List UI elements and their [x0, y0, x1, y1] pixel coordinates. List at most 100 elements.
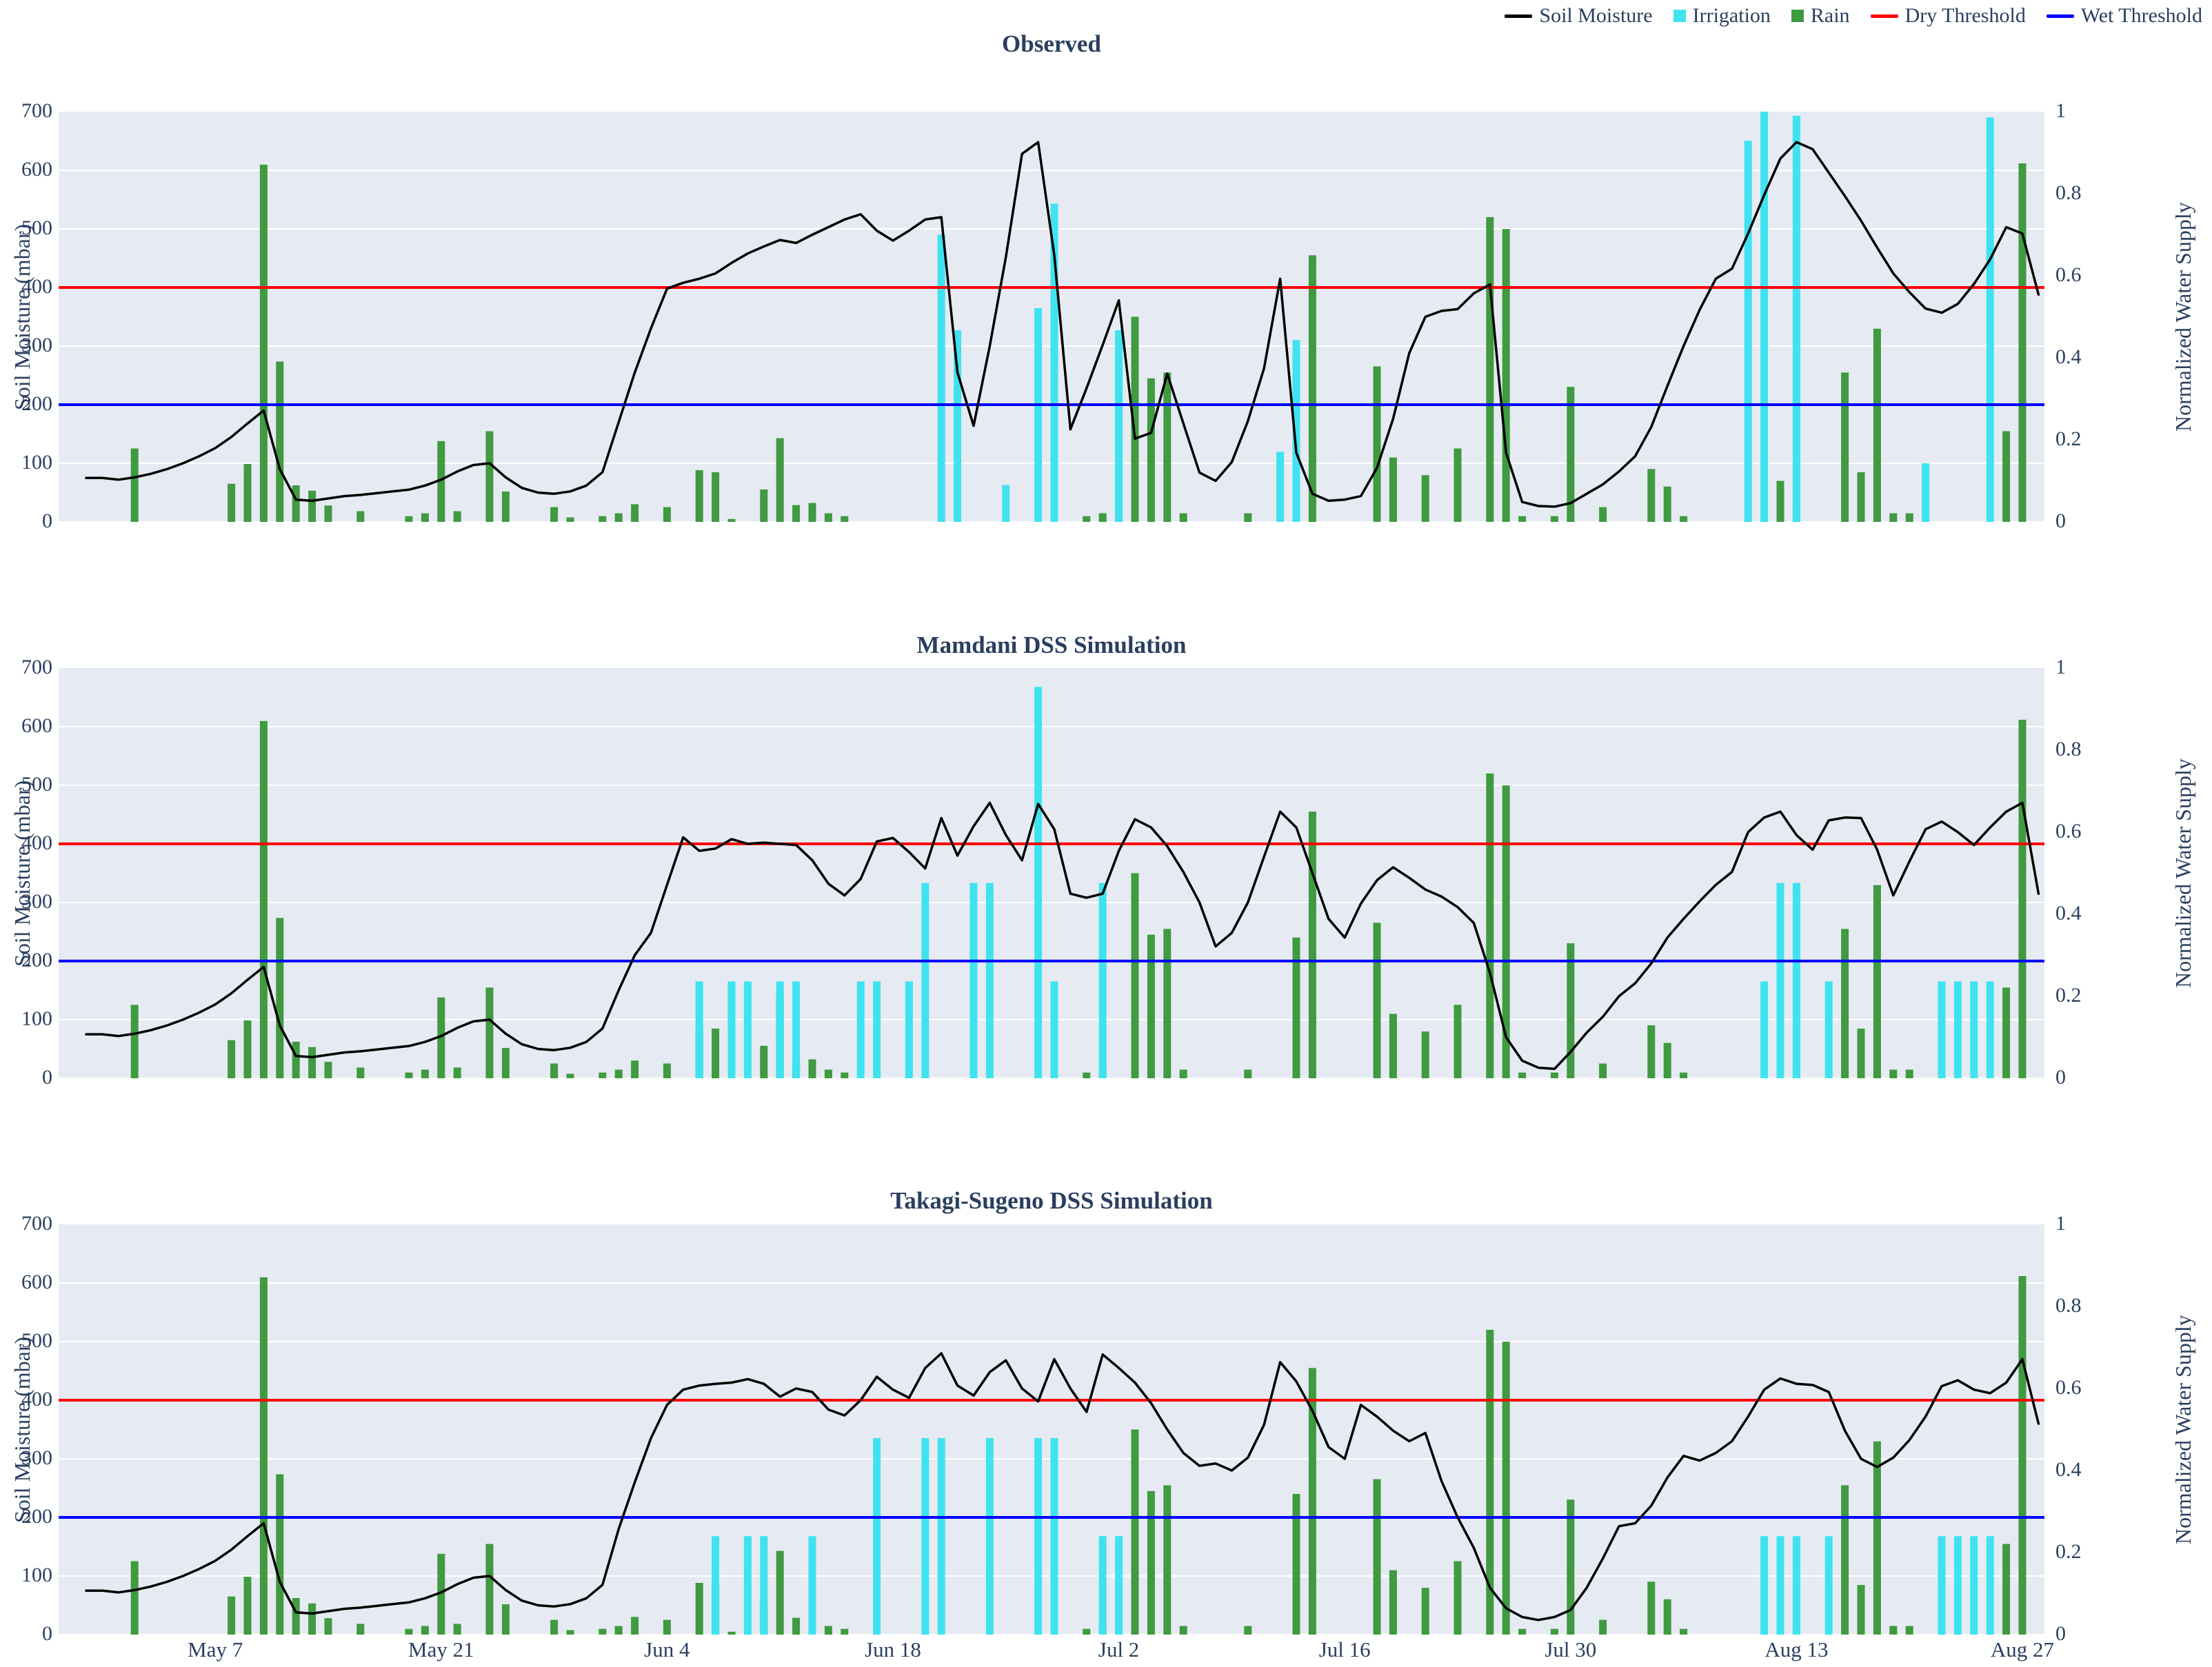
rain-bar[interactable] — [486, 432, 494, 523]
legend-item-rain[interactable]: Rain — [1791, 4, 1850, 28]
irrigation-bar[interactable] — [1793, 116, 1800, 522]
rain-bar[interactable] — [1599, 507, 1607, 522]
rain-bar[interactable] — [502, 492, 510, 522]
rain-bar[interactable] — [776, 438, 784, 522]
rain-bar[interactable] — [1502, 229, 1510, 522]
irrigation-bar[interactable] — [1760, 1536, 1768, 1635]
rain-bar[interactable] — [1664, 1599, 1671, 1635]
rain-bar[interactable] — [1389, 458, 1397, 522]
rain-bar[interactable] — [1486, 217, 1494, 522]
irrigation-bar[interactable] — [986, 1438, 994, 1635]
rain-bar[interactable] — [1244, 1070, 1251, 1079]
irrigation-bar[interactable] — [1970, 982, 1978, 1078]
irrigation-bar[interactable] — [696, 982, 703, 1078]
rain-bar[interactable] — [1567, 1499, 1574, 1635]
irrigation-bar[interactable] — [792, 982, 800, 1078]
rain-bar[interactable] — [1551, 516, 1558, 522]
rain-bar[interactable] — [696, 470, 703, 522]
rain-bar[interactable] — [2002, 988, 2010, 1079]
irrigation-bar[interactable] — [1922, 463, 1929, 522]
rain-bar[interactable] — [1147, 378, 1155, 522]
rain-bar[interactable] — [1841, 1485, 1849, 1635]
rain-bar[interactable] — [776, 1551, 784, 1635]
rain-bar[interactable] — [1422, 1588, 1429, 1635]
rain-bar[interactable] — [2019, 1276, 2027, 1635]
rain-bar[interactable] — [1599, 1620, 1607, 1635]
irrigation-bar[interactable] — [1954, 982, 1962, 1078]
rain-bar[interactable] — [1680, 1629, 1687, 1635]
rain-bar[interactable] — [728, 519, 736, 522]
rain-bar[interactable] — [1518, 516, 1526, 522]
rain-bar[interactable] — [486, 988, 494, 1079]
irrigation-bar[interactable] — [1825, 1536, 1833, 1635]
rain-bar[interactable] — [1163, 1485, 1171, 1635]
irrigation-bar[interactable] — [1970, 1536, 1978, 1635]
legend-item-irrigation[interactable]: Irrigation — [1673, 4, 1771, 28]
rain-bar[interactable] — [1374, 367, 1381, 523]
rain-bar[interactable] — [486, 1544, 494, 1635]
irrigation-bar[interactable] — [809, 1536, 816, 1635]
rain-bar[interactable] — [1374, 1479, 1381, 1635]
rain-bar[interactable] — [663, 1620, 671, 1635]
rain-bar[interactable] — [421, 514, 429, 523]
rain-bar[interactable] — [825, 1626, 832, 1635]
irrigation-bar[interactable] — [1793, 883, 1800, 1078]
rain-bar[interactable] — [454, 1068, 461, 1079]
rain-bar[interactable] — [696, 1583, 703, 1635]
rain-bar[interactable] — [1163, 929, 1171, 1078]
rain-bar[interactable] — [292, 1598, 300, 1635]
rain-bar[interactable] — [1518, 1073, 1526, 1078]
rain-bar[interactable] — [1889, 1626, 1897, 1635]
rain-bar[interactable] — [131, 1005, 139, 1079]
irrigation-bar[interactable] — [954, 330, 961, 522]
rain-bar[interactable] — [631, 504, 639, 522]
panel-svg[interactable] — [59, 668, 2044, 1078]
rain-bar[interactable] — [244, 1577, 252, 1635]
rain-bar[interactable] — [599, 1629, 606, 1635]
rain-bar[interactable] — [1293, 1494, 1300, 1635]
rain-bar[interactable] — [599, 1073, 606, 1078]
rain-bar[interactable] — [421, 1070, 429, 1079]
rain-bar[interactable] — [825, 514, 832, 523]
rain-bar[interactable] — [325, 1618, 332, 1635]
irrigation-bar[interactable] — [1777, 883, 1784, 1078]
rain-bar[interactable] — [728, 1632, 736, 1635]
irrigation-bar[interactable] — [1760, 112, 1768, 522]
rain-bar[interactable] — [631, 1617, 639, 1635]
rain-bar[interactable] — [244, 464, 252, 522]
irrigation-bar[interactable] — [712, 1536, 719, 1635]
rain-bar[interactable] — [131, 1562, 139, 1635]
rain-bar[interactable] — [454, 1624, 461, 1635]
irrigation-bar[interactable] — [986, 883, 994, 1078]
rain-bar[interactable] — [2019, 720, 2027, 1078]
irrigation-bar[interactable] — [1051, 1438, 1058, 1635]
rain-bar[interactable] — [325, 505, 332, 522]
irrigation-bar[interactable] — [1034, 308, 1042, 522]
rain-bar[interactable] — [2019, 163, 2027, 522]
irrigation-bar[interactable] — [1987, 982, 1994, 1078]
rain-bar[interactable] — [292, 1042, 300, 1078]
rain-bar[interactable] — [841, 516, 848, 522]
rain-bar[interactable] — [228, 484, 235, 522]
rain-bar[interactable] — [356, 512, 364, 523]
rain-bar[interactable] — [405, 1073, 413, 1078]
irrigation-bar[interactable] — [905, 982, 913, 1078]
rain-bar[interactable] — [454, 512, 461, 523]
rain-bar[interactable] — [599, 516, 606, 522]
rain-bar[interactable] — [1163, 372, 1171, 522]
rain-bar[interactable] — [550, 1620, 558, 1635]
rain-bar[interactable] — [1180, 1070, 1187, 1079]
rain-bar[interactable] — [1664, 1043, 1671, 1078]
rain-bar[interactable] — [760, 489, 767, 522]
rain-bar[interactable] — [1680, 516, 1687, 522]
rain-bar[interactable] — [421, 1626, 429, 1635]
rain-bar[interactable] — [615, 1626, 623, 1635]
irrigation-bar[interactable] — [1115, 1536, 1123, 1635]
rain-bar[interactable] — [228, 1597, 235, 1635]
rain-bar[interactable] — [1841, 929, 1849, 1078]
rain-bar[interactable] — [244, 1020, 252, 1078]
irrigation-bar[interactable] — [921, 883, 929, 1078]
rain-bar[interactable] — [663, 507, 671, 522]
rain-bar[interactable] — [631, 1060, 639, 1078]
irrigation-bar[interactable] — [744, 1536, 752, 1635]
